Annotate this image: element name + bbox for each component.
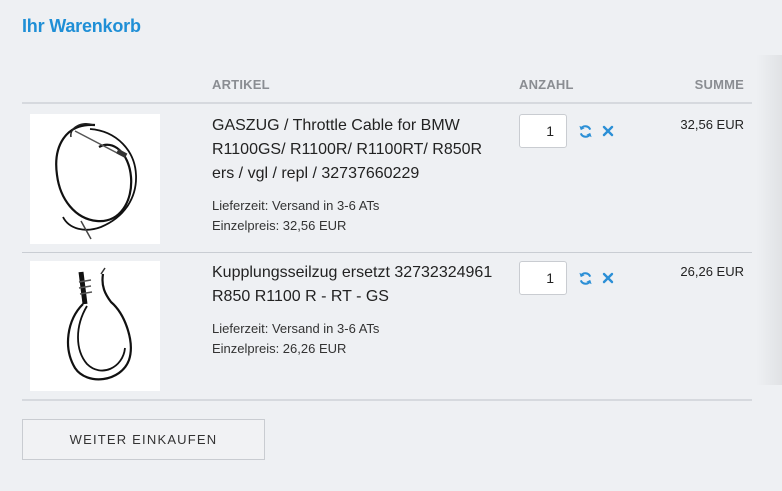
side-shadow	[756, 55, 782, 385]
column-header-total: SUMME	[694, 77, 744, 92]
item-unit-price: Einzelpreis: 32,56 EUR	[212, 218, 347, 233]
item-total: 32,56 EUR	[680, 117, 744, 132]
item-total: 26,26 EUR	[680, 264, 744, 279]
close-icon[interactable]	[600, 270, 616, 286]
refresh-icon[interactable]	[577, 270, 593, 286]
page-title: Ihr Warenkorb	[22, 16, 141, 36]
item-delivery-time: Lieferzeit: Versand in 3-6 ATs	[212, 198, 380, 213]
column-header-quantity: ANZAHL	[519, 77, 574, 92]
footer-divider	[22, 399, 752, 401]
quantity-input[interactable]	[519, 261, 567, 295]
throttle-cable-image[interactable]	[30, 114, 160, 244]
close-icon[interactable]	[600, 123, 616, 139]
header-divider	[22, 102, 752, 104]
refresh-icon[interactable]	[577, 123, 593, 139]
item-delivery-time: Lieferzeit: Versand in 3-6 ATs	[212, 321, 380, 336]
clutch-cable-image[interactable]	[30, 261, 160, 391]
item-name[interactable]: GASZUG / Throttle Cable for BMW R1100GS/…	[212, 114, 507, 186]
continue-shopping-button[interactable]: WEITER EINKAUFEN	[22, 419, 265, 460]
item-unit-price: Einzelpreis: 26,26 EUR	[212, 341, 347, 356]
item-name[interactable]: Kupplungsseilzug ersetzt 32732324961 R85…	[212, 261, 507, 309]
column-header-article: ARTIKEL	[212, 77, 270, 92]
quantity-input[interactable]	[519, 114, 567, 148]
row-divider	[22, 252, 752, 253]
